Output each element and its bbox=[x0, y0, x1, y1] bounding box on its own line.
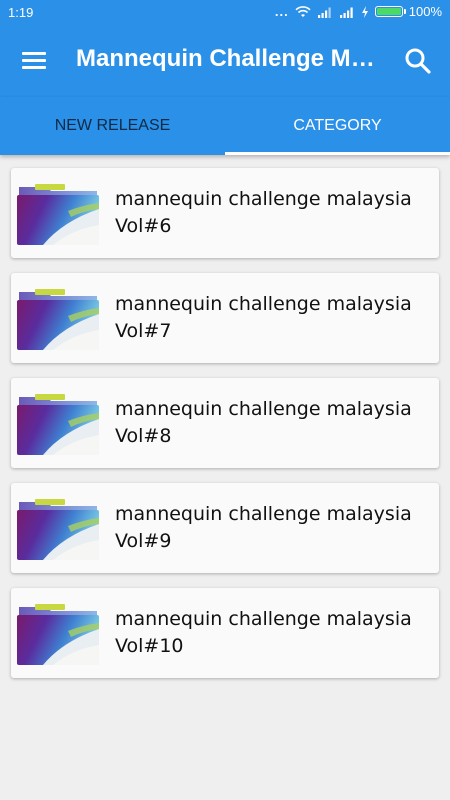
battery-percent: 100% bbox=[408, 4, 442, 19]
tab-category[interactable]: CATEGORY bbox=[225, 97, 450, 155]
folder-icon bbox=[17, 289, 99, 350]
list-item-title: mannequin challenge malaysia Vol#6 bbox=[115, 188, 412, 237]
status-bar: 1:19 ... 100% bbox=[0, 0, 450, 25]
folder-icon bbox=[17, 604, 99, 665]
tab-new-release[interactable]: NEW RELEASE bbox=[0, 97, 225, 155]
list-item[interactable]: mannequin challenge malaysia Vol#6 bbox=[11, 168, 439, 258]
tab-new-release-label: NEW RELEASE bbox=[54, 117, 171, 134]
category-list: mannequin challenge malaysia Vol#6 manne… bbox=[11, 168, 439, 693]
tab-bar: NEW RELEASE CATEGORY bbox=[0, 97, 450, 155]
hamburger-menu-icon[interactable] bbox=[20, 49, 48, 73]
list-item-title: mannequin challenge malaysia Vol#8 bbox=[115, 398, 412, 447]
app-title: Mannequin Challenge Malaysia bbox=[76, 45, 386, 72]
tab-category-label: CATEGORY bbox=[293, 117, 382, 134]
folder-icon bbox=[17, 184, 99, 245]
status-time: 1:19 bbox=[8, 5, 34, 20]
search-icon[interactable] bbox=[402, 45, 434, 77]
list-item-title: mannequin challenge malaysia Vol#10 bbox=[115, 608, 412, 657]
list-item[interactable]: mannequin challenge malaysia Vol#8 bbox=[11, 378, 439, 468]
folder-icon bbox=[17, 499, 99, 560]
status-icons: ... 100% bbox=[275, 4, 442, 19]
app-bar: Mannequin Challenge Malaysia bbox=[0, 25, 450, 97]
list-item-title: mannequin challenge malaysia Vol#7 bbox=[115, 293, 412, 342]
charging-icon bbox=[361, 5, 368, 18]
list-item[interactable]: mannequin challenge malaysia Vol#9 bbox=[11, 483, 439, 573]
list-item[interactable]: mannequin challenge malaysia Vol#7 bbox=[11, 273, 439, 363]
notification-dots: ... bbox=[274, 4, 289, 19]
signal-icon bbox=[317, 7, 331, 18]
battery-icon bbox=[374, 6, 406, 17]
folder-icon bbox=[17, 394, 99, 455]
list-item-title: mannequin challenge malaysia Vol#9 bbox=[115, 503, 412, 552]
signal-icon-2 bbox=[339, 7, 353, 18]
wifi-icon bbox=[295, 5, 311, 17]
list-item[interactable]: mannequin challenge malaysia Vol#10 bbox=[11, 588, 439, 678]
